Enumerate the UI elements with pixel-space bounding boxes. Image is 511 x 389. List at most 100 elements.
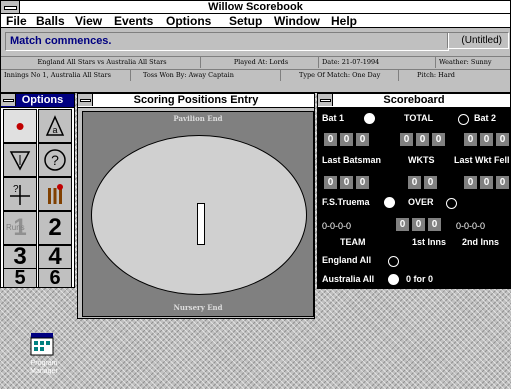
digit: 0 <box>428 218 441 231</box>
runs-3-label: 3 <box>13 243 27 270</box>
team1-name: England All <box>322 255 372 265</box>
team-label: TEAM <box>340 237 366 247</box>
first-innings-label: 1st Inns <box>412 237 447 247</box>
team2-score: 0 for 0 <box>406 274 434 284</box>
pitch-strip[interactable] <box>197 203 205 245</box>
program-manager-label: Program Manager <box>30 360 58 375</box>
runs-adjust-icon: ? <box>10 184 30 205</box>
bowler-figures: 0-0-0-0 <box>322 221 352 231</box>
scoring-system-menu-icon[interactable] <box>78 94 93 106</box>
options-system-menu-icon[interactable] <box>1 94 16 106</box>
digit: 0 <box>356 176 369 189</box>
digit: 0 <box>324 133 337 146</box>
nursery-end-label: Nursery End <box>173 303 223 312</box>
digit: 0 <box>400 133 413 146</box>
dot-ball-icon: • <box>15 111 25 141</box>
runs-6-button[interactable]: 6 <box>38 268 72 288</box>
options-title: Options <box>21 94 64 106</box>
runs-6-label: 6 <box>49 267 61 289</box>
scoreboard-title-bar[interactable]: Scoreboard <box>318 94 510 108</box>
menu-window[interactable]: Window <box>274 14 320 28</box>
wide-icon <box>9 151 31 171</box>
bat2-label: Bat 2 <box>474 113 497 123</box>
match-info-row-1: England All Stars vs Australia All Stars… <box>1 56 510 68</box>
digit: 0 <box>324 176 337 189</box>
options-window: Options • a ? ? 1 Runs 2 3 4 5 6 <box>0 93 75 288</box>
cricket-field[interactable]: Pavilion End Nursery End <box>82 111 314 317</box>
other-bowler-figures: 0-0-0-0 <box>456 221 486 231</box>
runs-adjust-button[interactable]: ? <box>3 177 37 211</box>
document-name: (Untitled) <box>447 32 509 49</box>
menu-bar: File Balls View Events Options Setup Win… <box>1 14 510 28</box>
runs-4-button[interactable]: 4 <box>38 245 72 269</box>
dot-ball-button[interactable]: • <box>3 109 37 143</box>
bowler-name: F.S.Truema <box>322 197 370 207</box>
digit: 0 <box>480 176 493 189</box>
options-title-bar[interactable]: Options <box>1 94 74 108</box>
runs-2-label: 2 <box>48 214 62 241</box>
program-manager-desktop-icon[interactable]: Program Manager <box>24 330 64 384</box>
scoring-title-bar[interactable]: Scoring Positions Entry <box>78 94 314 108</box>
status-message: Match commences. <box>5 32 449 51</box>
menu-file[interactable]: File <box>6 14 27 28</box>
query-button[interactable]: ? <box>38 143 72 177</box>
wide-button[interactable] <box>3 143 37 177</box>
digit: 0 <box>424 176 437 189</box>
wickets-label: WKTS <box>408 155 435 165</box>
query-icon: ? <box>44 149 66 171</box>
digit: 0 <box>464 176 477 189</box>
digit: 0 <box>396 218 409 231</box>
runs-2-button[interactable]: 2 <box>38 211 72 245</box>
last-wicket-label: Last Wkt Fell <box>454 155 510 165</box>
scoreboard-window: Scoreboard Bat 1 TOTAL Bat 2 0 0 0 0 0 0… <box>317 93 511 289</box>
menu-help[interactable]: Help <box>331 14 357 28</box>
innings-info: Innings No 1, Australia All Stars <box>1 70 131 81</box>
menu-events[interactable]: Events <box>114 14 153 28</box>
scoreboard-system-menu-icon[interactable] <box>318 94 333 106</box>
bowler-active-indicator <box>384 197 395 208</box>
digit: 0 <box>480 133 493 146</box>
scoring-title: Scoring Positions Entry <box>133 94 259 106</box>
team1-indicator <box>388 256 399 267</box>
menu-view[interactable]: View <box>75 14 102 28</box>
bat1-label: Bat 1 <box>322 113 345 123</box>
runs-5-button[interactable]: 5 <box>3 268 37 288</box>
wicket-button[interactable] <box>38 177 72 211</box>
status-row: Match commences. (Untitled) <box>1 29 510 55</box>
digit: 0 <box>464 133 477 146</box>
menu-setup[interactable]: Setup <box>229 14 262 28</box>
match-date: Date: 21-07-1994 <box>319 57 436 68</box>
digit: 0 <box>408 176 421 189</box>
svg-text:?: ? <box>13 184 19 195</box>
runs-4-label: 4 <box>48 243 62 270</box>
last-batsman-label: Last Batsman <box>322 155 382 165</box>
svg-text:a: a <box>52 125 57 135</box>
digit: 0 <box>496 133 509 146</box>
main-window: Willow Scorebook File Balls View Events … <box>0 0 511 93</box>
digit: 0 <box>340 133 353 146</box>
digit: 0 <box>412 218 425 231</box>
digit: 0 <box>416 133 429 146</box>
menu-balls[interactable]: Balls <box>36 14 65 28</box>
pavilion-end-label: Pavilion End <box>173 114 223 123</box>
other-bowler-indicator <box>446 198 457 209</box>
match-venue: Played At: Lords <box>201 57 319 68</box>
over-label: OVER <box>408 197 434 207</box>
team2-name: Australia All <box>322 274 375 284</box>
bat1-on-strike-indicator <box>364 113 375 124</box>
digit: 0 <box>496 176 509 189</box>
runs-1-button[interactable]: 1 Runs <box>3 211 37 245</box>
pitch-info: Pitch: Hard <box>417 71 455 79</box>
match-weather: Weather: Sunny <box>439 58 492 66</box>
menu-options[interactable]: Options <box>166 14 211 28</box>
appeal-button[interactable]: a <box>38 109 72 143</box>
title-bar[interactable]: Willow Scorebook <box>1 1 510 14</box>
scoreboard-title: Scoreboard <box>383 94 445 106</box>
digit: 0 <box>432 133 445 146</box>
digit: 0 <box>340 176 353 189</box>
runs-3-button[interactable]: 3 <box>3 245 37 269</box>
match-teams: England All Stars vs Australia All Stars <box>1 57 201 68</box>
total-label: TOTAL <box>404 113 434 123</box>
svg-text:?: ? <box>51 152 59 168</box>
wicket-icon <box>48 184 63 204</box>
